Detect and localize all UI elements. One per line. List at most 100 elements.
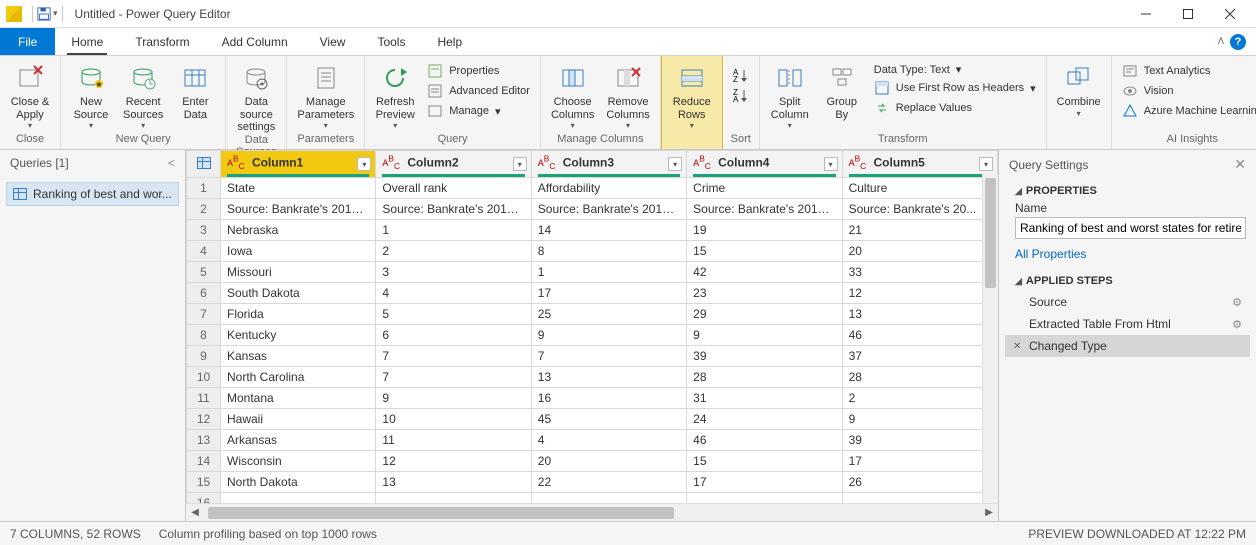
grid-cell[interactable]: Source: Bankrate's 2019 "Bes... (221, 199, 376, 220)
column-header-column4[interactable]: ABC Column4▾ (687, 151, 842, 178)
data-source-settings-button[interactable]: Data source settings (232, 58, 280, 134)
vision-button[interactable]: Vision (1118, 82, 1256, 100)
query-item[interactable]: Ranking of best and wor... (6, 182, 179, 206)
tab-view[interactable]: View (304, 28, 362, 55)
applied-step[interactable]: Extracted Table From Html⚙ (1005, 313, 1250, 335)
gear-icon[interactable]: ⚙ (1232, 318, 1242, 331)
grid-cell[interactable]: 37 (842, 346, 997, 367)
grid-cell[interactable]: 26 (842, 472, 997, 493)
grid-cell[interactable]: 42 (687, 262, 842, 283)
manage-button[interactable]: Manage ▾ (423, 102, 534, 120)
grid-cell[interactable] (687, 493, 842, 503)
grid-corner[interactable] (187, 151, 221, 178)
row-header[interactable]: 16 (187, 493, 221, 503)
grid-cell[interactable]: 24 (687, 409, 842, 430)
grid-cell[interactable]: 11 (376, 430, 531, 451)
enter-data-button[interactable]: Enter Data (171, 58, 219, 121)
grid-cell[interactable] (221, 493, 376, 503)
close-settings-icon[interactable]: ✕ (1234, 156, 1246, 173)
grid-cell[interactable]: 9 (842, 409, 997, 430)
replace-values-button[interactable]: Replace Values (870, 99, 1040, 117)
row-header[interactable]: 12 (187, 409, 221, 430)
grid-cell[interactable]: 17 (531, 283, 686, 304)
grid-cell[interactable]: South Dakota (221, 283, 376, 304)
grid-cell[interactable] (842, 493, 997, 503)
grid-cell[interactable]: 9 (531, 325, 686, 346)
column-header-column5[interactable]: ABC Column5▾ (842, 151, 997, 178)
help-icon[interactable]: ? (1230, 34, 1246, 50)
horizontal-scrollbar[interactable]: ◀ ▶ (186, 503, 998, 521)
grid-cell[interactable]: 13 (376, 472, 531, 493)
grid-cell[interactable]: 39 (687, 346, 842, 367)
grid-cell[interactable]: 7 (376, 367, 531, 388)
group-by-button[interactable]: Group By (818, 58, 866, 121)
row-header[interactable]: 15 (187, 472, 221, 493)
close-button[interactable] (1210, 2, 1250, 26)
row-header[interactable]: 4 (187, 241, 221, 262)
azure-ml-button[interactable]: Azure Machine Learning (1118, 102, 1256, 120)
grid-cell[interactable]: 1 (531, 262, 686, 283)
grid-cell[interactable]: 12 (842, 283, 997, 304)
grid-cell[interactable]: 16 (531, 388, 686, 409)
row-header[interactable]: 9 (187, 346, 221, 367)
all-properties-link[interactable]: All Properties (999, 243, 1256, 269)
recent-sources-button[interactable]: Recent Sources▾ (119, 58, 167, 130)
grid-cell[interactable]: 8 (531, 241, 686, 262)
grid-cell[interactable]: 17 (687, 472, 842, 493)
gear-icon[interactable]: ⚙ (1232, 296, 1242, 309)
grid-cell[interactable]: North Carolina (221, 367, 376, 388)
row-header[interactable]: 6 (187, 283, 221, 304)
tab-help[interactable]: Help (421, 28, 478, 55)
grid-cell[interactable]: 46 (687, 430, 842, 451)
tab-transform[interactable]: Transform (119, 28, 205, 55)
row-header[interactable]: 13 (187, 430, 221, 451)
grid-cell[interactable]: Source: Bankrate's 2019 "Bes... (687, 199, 842, 220)
grid-cell[interactable]: Hawaii (221, 409, 376, 430)
row-header[interactable]: 3 (187, 220, 221, 241)
grid-cell[interactable]: 17 (842, 451, 997, 472)
grid-cell[interactable]: 7 (376, 346, 531, 367)
grid-cell[interactable]: 9 (376, 388, 531, 409)
applied-steps-header[interactable]: ◢APPLIED STEPS (999, 269, 1256, 289)
grid-cell[interactable]: Missouri (221, 262, 376, 283)
grid-cell[interactable]: 2 (376, 241, 531, 262)
query-name-input[interactable] (1015, 217, 1246, 239)
new-source-button[interactable]: ★ New Source▾ (67, 58, 115, 130)
scroll-right-icon[interactable]: ▶ (980, 507, 998, 518)
grid-cell[interactable]: 3 (376, 262, 531, 283)
grid-cell[interactable]: 14 (531, 220, 686, 241)
grid-cell[interactable]: Kentucky (221, 325, 376, 346)
column-header-column2[interactable]: ABC Column2▾ (376, 151, 531, 178)
grid-cell[interactable]: Arkansas (221, 430, 376, 451)
grid-cell[interactable]: 7 (531, 346, 686, 367)
properties-button[interactable]: Properties (423, 62, 534, 80)
sort-asc-button[interactable]: AZ (729, 66, 753, 84)
collapse-ribbon-icon[interactable]: ᐱ (1218, 36, 1224, 47)
filter-dropdown-icon[interactable]: ▾ (979, 157, 993, 171)
minimize-button[interactable] (1126, 2, 1166, 26)
grid-cell[interactable]: 45 (531, 409, 686, 430)
sort-desc-button[interactable]: ZA (729, 86, 753, 104)
grid-cell[interactable]: 13 (531, 367, 686, 388)
tab-home[interactable]: Home (55, 28, 119, 55)
grid-cell[interactable]: 4 (531, 430, 686, 451)
grid-cell[interactable]: 21 (842, 220, 997, 241)
grid-cell[interactable]: 10 (376, 409, 531, 430)
properties-section-header[interactable]: ◢PROPERTIES (999, 179, 1256, 199)
grid-cell[interactable]: 23 (687, 283, 842, 304)
grid-cell[interactable]: 39 (842, 430, 997, 451)
grid-cell[interactable]: Source: Bankrate's 2019 "Bes... (376, 199, 531, 220)
row-header[interactable]: 14 (187, 451, 221, 472)
maximize-button[interactable] (1168, 2, 1208, 26)
tab-add-column[interactable]: Add Column (206, 28, 304, 55)
grid-cell[interactable]: 25 (531, 304, 686, 325)
grid-cell[interactable]: 6 (376, 325, 531, 346)
grid-cell[interactable]: Montana (221, 388, 376, 409)
scroll-left-icon[interactable]: ◀ (186, 507, 204, 518)
grid-cell[interactable]: 33 (842, 262, 997, 283)
grid-cell[interactable]: 20 (842, 241, 997, 262)
grid-cell[interactable]: 15 (687, 241, 842, 262)
grid-cell[interactable]: Nebraska (221, 220, 376, 241)
row-header[interactable]: 2 (187, 199, 221, 220)
choose-columns-button[interactable]: Choose Columns▾ (547, 58, 598, 130)
